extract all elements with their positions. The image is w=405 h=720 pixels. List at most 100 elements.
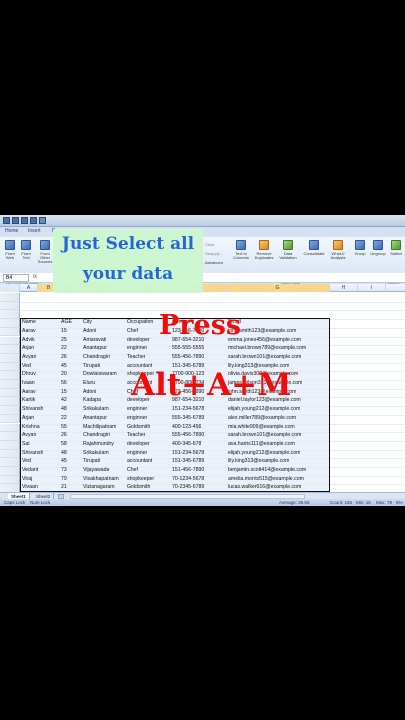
table-cell-name[interactable]: Krishna (22, 423, 40, 432)
group-button[interactable]: Group (352, 240, 368, 256)
reapply-button[interactable]: Reapply (205, 251, 220, 256)
from-web-button[interactable]: From Web (2, 240, 18, 260)
table-cell-city[interactable]: Eluru (83, 379, 95, 388)
row-header[interactable] (0, 423, 20, 433)
from-other-sources-button[interactable]: From Other Sources (35, 240, 55, 264)
table-cell-city[interactable]: Vizianagaram (83, 483, 115, 492)
ungroup-button[interactable]: Ungroup (370, 240, 386, 256)
row-header[interactable] (0, 458, 20, 467)
row-header[interactable] (0, 362, 20, 372)
table-cell-occ[interactable]: enginner (127, 344, 147, 353)
table-cell-age[interactable]: 21 (61, 483, 67, 492)
table-cell-occ[interactable]: Goldsmith (127, 483, 150, 492)
table-cell-name[interactable]: Viraj (22, 475, 32, 484)
select-all-corner[interactable] (0, 284, 20, 292)
table-cell-age[interactable]: 58 (61, 440, 67, 449)
table-cell-age[interactable]: 15 (61, 327, 67, 336)
row-header[interactable] (0, 380, 20, 389)
table-cell-age[interactable]: 42 (61, 396, 67, 405)
table-cell-email[interactable]: lily.king313@example.com (228, 457, 289, 466)
zoom-level[interactable]: 5% (396, 499, 403, 506)
tab-home[interactable]: Home (5, 228, 18, 234)
table-cell-email[interactable]: sarah.brown101@example.com (228, 353, 301, 362)
row-header[interactable] (0, 475, 20, 485)
table-cell-city[interactable]: Srikakulam (83, 449, 109, 458)
text-to-columns-button[interactable]: Text to Columns (232, 240, 250, 260)
table-cell-city[interactable]: Machilipatnam (83, 423, 116, 432)
row-header[interactable] (0, 440, 20, 450)
table-cell-name[interactable]: Arjan (22, 344, 34, 353)
table-cell-email[interactable]: michael.brown789@example.com (228, 344, 306, 353)
row-header[interactable] (0, 293, 20, 302)
table-cell-age[interactable]: 26 (61, 431, 67, 440)
table-cell-email[interactable]: ava.harris111@example.com (228, 440, 295, 449)
row-header[interactable] (0, 371, 20, 380)
table-cell-contact[interactable]: 400-345-678 (172, 440, 201, 449)
table-cell-occ[interactable]: accountant (127, 457, 152, 466)
table-cell-occ[interactable]: shopkeeper (127, 475, 154, 484)
table-cell-contact[interactable]: 70-1234-5678 (172, 475, 204, 484)
table-cell-contact[interactable]: 555-456-7890 (172, 353, 204, 362)
table-cell-email[interactable]: sarah.brown101@example.com (228, 431, 301, 440)
table-cell-name[interactable]: Avyan (22, 431, 36, 440)
table-cell-age[interactable]: 48 (61, 405, 67, 414)
fx-icon[interactable]: fx (33, 274, 37, 280)
table-cell-city[interactable]: Kadapa (83, 396, 101, 405)
row-header[interactable] (0, 397, 20, 407)
table-cell-age[interactable]: 48 (61, 449, 67, 458)
advanced-button[interactable]: Advanced (205, 260, 223, 265)
table-cell-age[interactable]: 15 (61, 388, 67, 397)
tab-insert[interactable]: Insert (28, 228, 41, 234)
table-cell-occ[interactable]: enginner (127, 414, 147, 423)
undo-icon[interactable] (12, 217, 19, 224)
table-cell-contact[interactable]: 151-234-5678 (172, 449, 204, 458)
table-cell-name[interactable]: Vedant (22, 466, 38, 475)
table-cell-occ[interactable]: Chef (127, 466, 138, 475)
row-header[interactable] (0, 327, 20, 337)
from-text-button[interactable]: From Text (18, 240, 34, 260)
header-cell-city[interactable]: City (83, 318, 92, 327)
table-cell-contact[interactable]: 151-345-6789 (172, 457, 204, 466)
row-header[interactable] (0, 388, 20, 398)
table-cell-city[interactable]: Chandragiri (83, 431, 110, 440)
table-cell-city[interactable]: Vijayawada (83, 466, 109, 475)
table-cell-age[interactable]: 20 (61, 370, 67, 379)
header-cell-name[interactable]: Name (22, 318, 36, 327)
table-cell-contact[interactable]: 151-456-7890 (172, 466, 204, 475)
table-cell-name[interactable]: Vivaan (22, 483, 38, 492)
table-cell-email[interactable]: elijah.young212@example.com (228, 449, 300, 458)
table-cell-name[interactable]: Ivaan (22, 379, 35, 388)
table-cell-age[interactable]: 22 (61, 344, 67, 353)
table-cell-occ[interactable]: Teacher (127, 353, 145, 362)
table-cell-name[interactable]: Kartik (22, 396, 35, 405)
table-cell-age[interactable]: 45 (61, 457, 67, 466)
table-cell-name[interactable]: Shivansh (22, 449, 43, 458)
table-cell-contact[interactable]: 70-2345-6789 (172, 483, 204, 492)
table-cell-occ[interactable]: Chef (127, 327, 138, 336)
table-cell-name[interactable]: Ved (22, 457, 31, 466)
table-cell-email[interactable]: lucas.walker616@example.com (228, 483, 301, 492)
table-cell-age[interactable]: 26 (61, 353, 67, 362)
table-cell-occ[interactable]: enginner (127, 449, 147, 458)
header-cell-occ[interactable]: Occupation (127, 318, 153, 327)
table-cell-name[interactable]: Shivansh (22, 405, 43, 414)
row-header[interactable] (0, 345, 20, 354)
column-header[interactable]: I (358, 284, 386, 292)
table-cell-occ[interactable]: Goldsmith (127, 423, 150, 432)
table-cell-age[interactable]: 56 (61, 379, 67, 388)
row-header[interactable] (0, 467, 20, 476)
remove-duplicates-button[interactable]: Remove Duplicates (253, 240, 275, 260)
column-header[interactable]: G (226, 284, 330, 292)
data-validation-button[interactable]: Data Validation (277, 240, 299, 260)
row-header[interactable] (0, 406, 20, 415)
row-header[interactable] (0, 319, 20, 328)
table-cell-name[interactable]: Aarav (22, 327, 36, 336)
table-cell-email[interactable]: amelia.morris515@example.com (228, 475, 304, 484)
clear-button[interactable]: Clear (205, 242, 215, 247)
table-cell-age[interactable]: 55 (61, 423, 67, 432)
print-icon[interactable] (30, 217, 37, 224)
table-cell-occ[interactable]: Teacher (127, 431, 145, 440)
table-cell-city[interactable]: Amaravati (83, 336, 106, 345)
table-cell-city[interactable]: Srikakulam (83, 405, 109, 414)
consolidate-button[interactable]: Consolidate (302, 240, 326, 256)
